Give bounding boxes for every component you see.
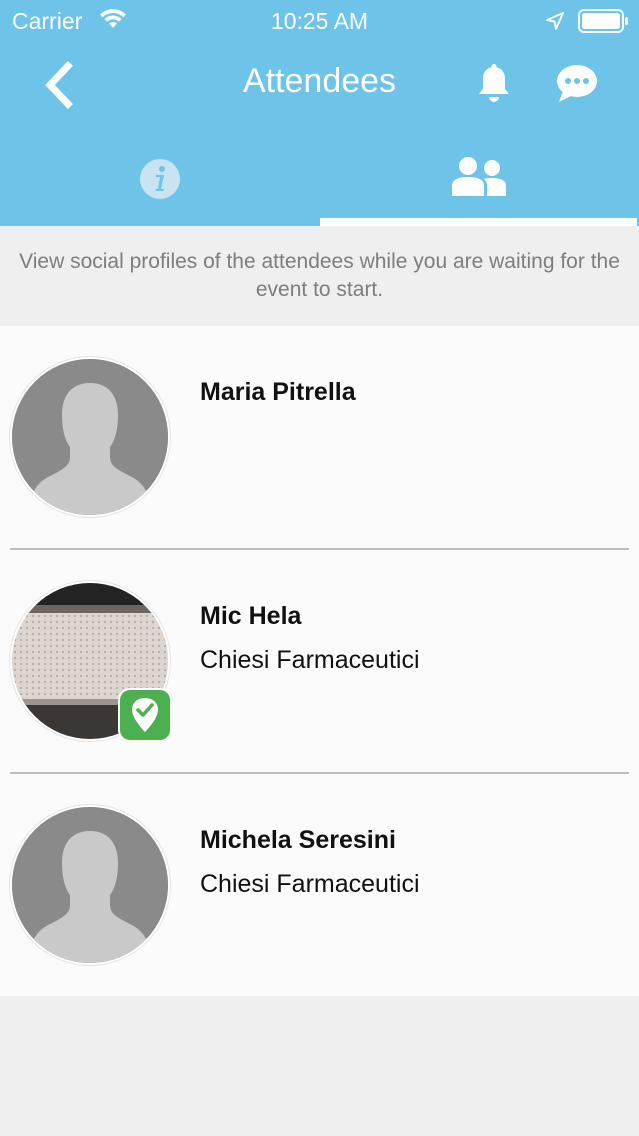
- attendee-name: Michela Seresini: [200, 826, 396, 854]
- status-time: 10:25 AM: [270, 8, 369, 34]
- attendee-list: Maria Pitrella Mic Hela Chiesi Farmaceut…: [0, 326, 639, 996]
- location-arrow-icon: [545, 10, 565, 37]
- chat-bubble-icon: [557, 65, 597, 102]
- tab-bar: [0, 132, 639, 226]
- info-icon: [140, 159, 180, 199]
- nav-bar: Attendees: [0, 42, 639, 132]
- notifications-button[interactable]: [472, 62, 516, 106]
- avatar: [12, 359, 168, 515]
- intro-text: View social profiles of the attendees wh…: [19, 250, 620, 301]
- checkin-badge: [120, 690, 170, 740]
- attendee-row[interactable]: Maria Pitrella: [0, 326, 639, 550]
- attendee-row[interactable]: Michela Seresini Chiesi Farmaceutici: [0, 774, 639, 998]
- page-title: Attendees: [242, 62, 397, 100]
- battery-icon: [578, 9, 630, 39]
- header: Carrier 10:25 AM Attendees: [0, 0, 639, 226]
- checkin-badge-icon: [132, 698, 158, 732]
- selected-tab-indicator: [320, 218, 637, 226]
- status-bar: Carrier 10:25 AM: [0, 0, 639, 42]
- person-placeholder-icon: [12, 807, 168, 963]
- attendee-row[interactable]: Mic Hela Chiesi Farmaceutici: [0, 550, 639, 774]
- person-placeholder-icon: [12, 359, 168, 515]
- attendees-icon: [452, 157, 506, 196]
- attendee-name: Maria Pitrella: [200, 378, 356, 406]
- attendee-name: Mic Hela: [200, 602, 302, 630]
- bell-icon: [479, 64, 509, 102]
- attendee-company: Chiesi Farmaceutici: [200, 870, 420, 898]
- tab-info[interactable]: [0, 132, 319, 226]
- attendee-company: Chiesi Farmaceutici: [200, 646, 420, 674]
- avatar: [12, 807, 168, 963]
- chat-button[interactable]: [553, 60, 601, 108]
- tab-attendees[interactable]: [320, 132, 639, 226]
